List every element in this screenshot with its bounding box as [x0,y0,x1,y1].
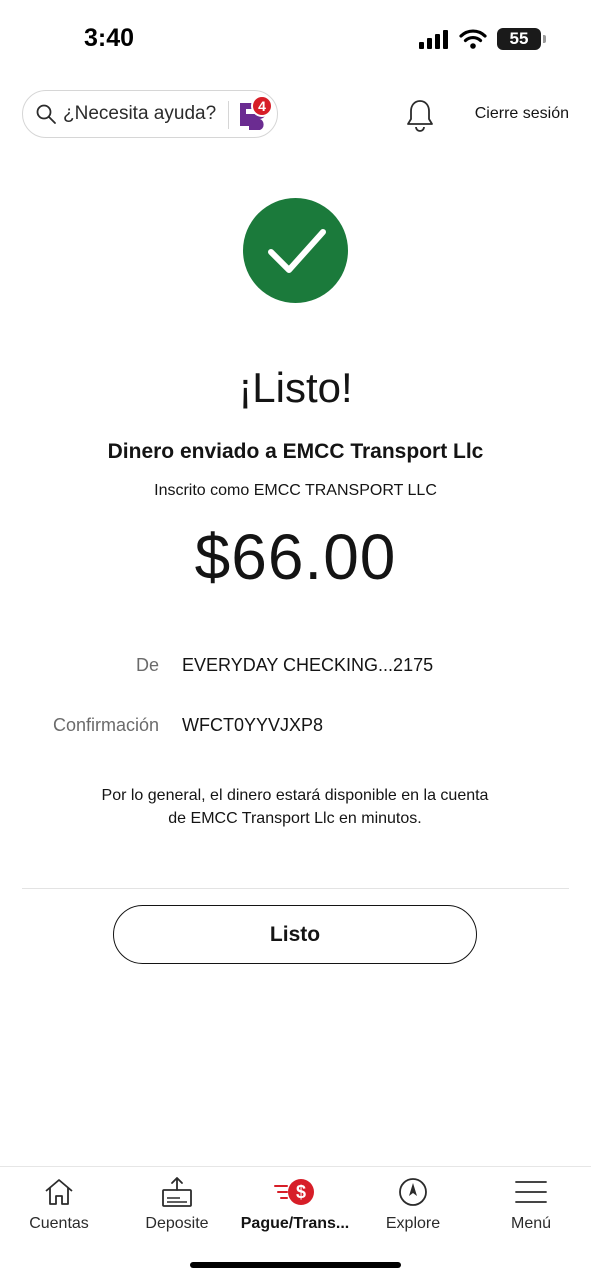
registered-name: Inscrito como EMCC TRANSPORT LLC [154,482,437,499]
nav-item-deposit[interactable]: Deposite [118,1167,236,1237]
svg-text:$: $ [296,1182,306,1202]
recipient-summary: Dinero enviado a EMCC Transport Llc [107,440,484,463]
menu-icon [515,1181,547,1203]
amount-sent: $66.00 [194,521,397,593]
nav-label-accounts: Cuentas [29,1215,89,1232]
detail-row-from: De EVERYDAY CHECKING...2175 [0,655,591,685]
success-checkmark-icon [243,198,348,303]
search-placeholder: ¿Necesita ayuda? [63,103,217,124]
status-bar: 3:40 55 [0,0,591,80]
detail-value-confirmation: WFCT0YYVJXP8 [182,715,324,735]
fargo-assistant-button[interactable]: 4 [235,95,273,133]
home-indicator[interactable] [190,1262,401,1268]
nav-label-pay-transfer: Pague/Trans... [240,1215,350,1232]
success-headline: ¡Listo! [238,364,353,411]
home-icon [45,1179,73,1205]
availability-note: Por lo general, el dinero estará disponi… [101,787,489,827]
help-search-bar[interactable]: ¿Necesita ayuda? 4 [22,90,278,138]
battery-level: 55 [509,29,529,48]
detail-label-from: De [135,655,159,675]
divider [22,888,569,889]
checkmark-icon [267,228,326,273]
status-icons: 55 [419,28,546,50]
nav-item-explore[interactable]: Explore [354,1167,472,1237]
search-icon [36,104,56,124]
battery-icon: 55 [497,28,546,50]
nav-item-accounts[interactable]: Cuentas [0,1167,118,1237]
notification-count-badge: 4 [251,95,273,117]
nav-label-menu: Menú [510,1215,552,1232]
nav-label-deposit: Deposite [145,1215,209,1232]
pay-transfer-icon: $ [274,1179,314,1205]
detail-label-confirmation: Confirmación [52,715,159,735]
status-time: 3:40 [84,24,135,52]
detail-row-confirmation: Confirmación WFCT0YYVJXP8 [0,715,591,745]
deposit-icon [162,1177,192,1207]
done-button[interactable]: Listo [113,905,477,964]
signal-icon [419,30,448,49]
nav-item-pay-transfer[interactable]: $ Pague/Trans... [236,1167,354,1237]
bell-icon[interactable] [404,98,436,132]
compass-icon [399,1178,427,1206]
detail-value-from: EVERYDAY CHECKING...2175 [182,655,434,675]
wifi-icon [459,29,487,49]
nav-item-menu[interactable]: Menú [472,1167,590,1237]
nav-label-explore: Explore [385,1215,441,1232]
logout-link[interactable]: Cierre sesión [475,105,569,123]
search-divider [228,101,229,129]
